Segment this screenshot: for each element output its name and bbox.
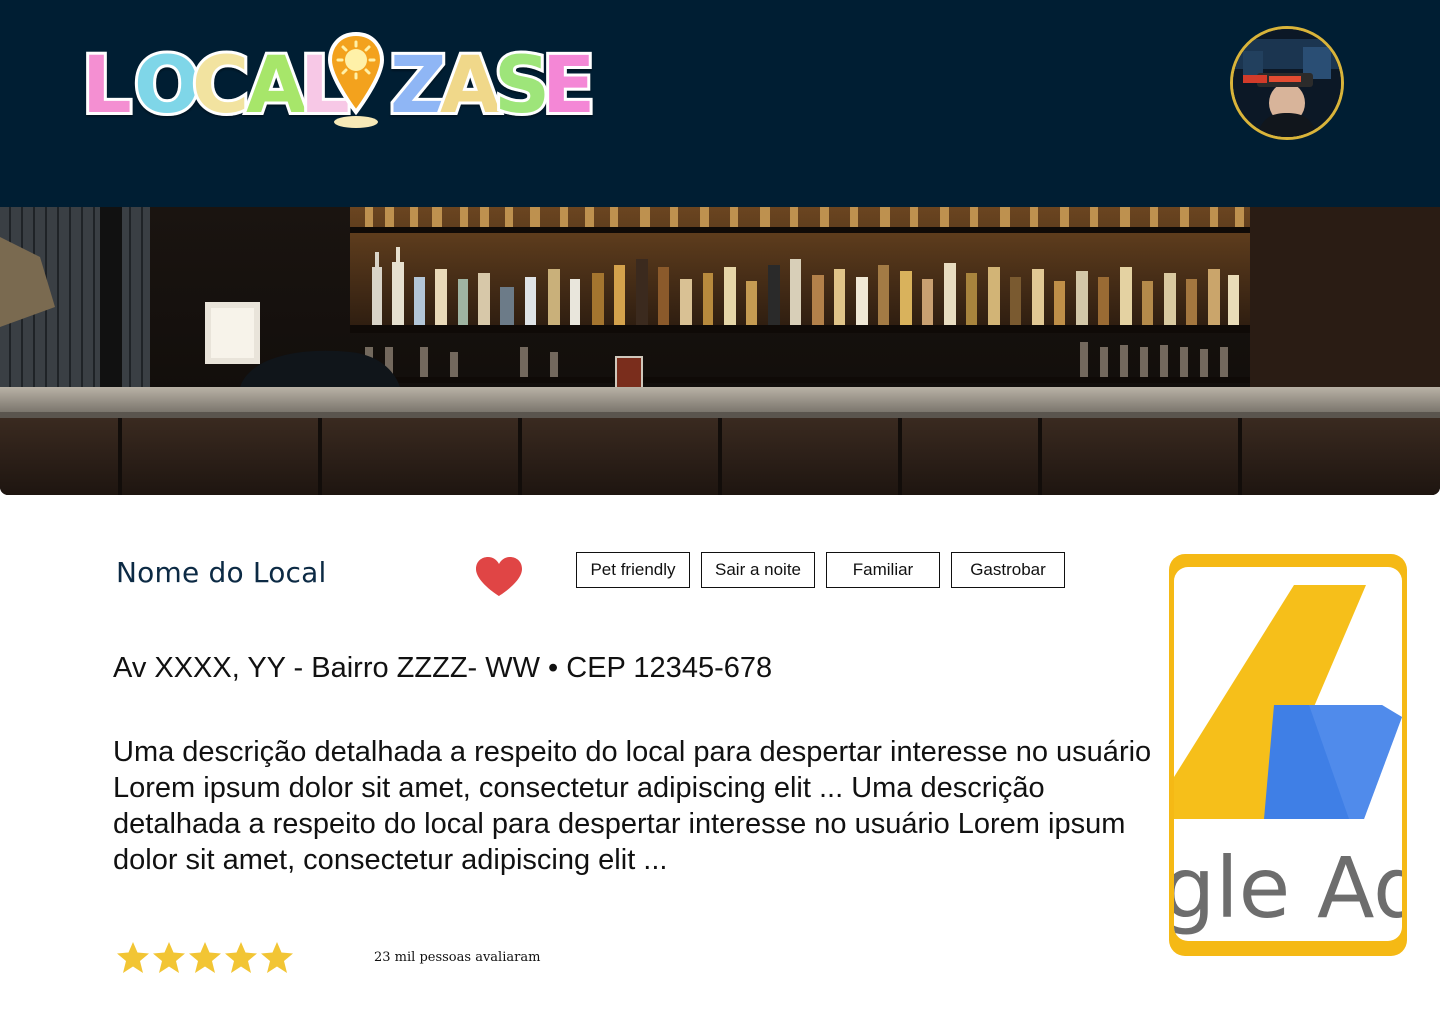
tag-familiar[interactable]: Familiar <box>826 552 940 588</box>
svg-text:C: C <box>192 41 249 131</box>
star-icon <box>153 942 185 973</box>
tag-gastrobar[interactable]: Gastrobar <box>951 552 1065 588</box>
localizase-logo[interactable]: L O C A L Z A S E <box>80 30 600 135</box>
star-icon <box>189 942 221 973</box>
svg-text:Z: Z <box>390 41 447 131</box>
svg-text:A: A <box>440 41 500 131</box>
place-name: Nome do Local <box>116 556 327 589</box>
user-avatar[interactable] <box>1230 26 1344 140</box>
top-header: L O C A L Z A S E <box>0 0 1440 207</box>
star-icon <box>261 942 293 973</box>
google-ads-banner[interactable]: gle AdS <box>1169 554 1407 956</box>
star-icon <box>225 942 257 973</box>
heart-icon[interactable] <box>474 556 524 598</box>
ad-content: gle AdS <box>1174 567 1402 941</box>
tag-sair-a-noite[interactable]: Sair a noite <box>701 552 815 588</box>
svg-text:O: O <box>134 41 200 131</box>
star-icon <box>117 942 149 973</box>
svg-text:A: A <box>246 41 306 131</box>
tag-pet-friendly[interactable]: Pet friendly <box>576 552 690 588</box>
svg-text:E: E <box>542 41 595 131</box>
svg-text:L: L <box>82 41 132 131</box>
google-ads-logo: gle AdS <box>1174 585 1402 937</box>
place-address: Av XXXX, YY - Bairro ZZZZ- WW • CEP 1234… <box>113 652 773 684</box>
rating-stars <box>116 940 298 978</box>
ad-text: gle AdS <box>1174 839 1402 937</box>
place-description: Uma descrição detalhada a respeito do lo… <box>113 736 1152 876</box>
place-cover-image <box>0 207 1440 495</box>
rating-count: 23 mil pessoas avaliaram <box>374 950 541 965</box>
